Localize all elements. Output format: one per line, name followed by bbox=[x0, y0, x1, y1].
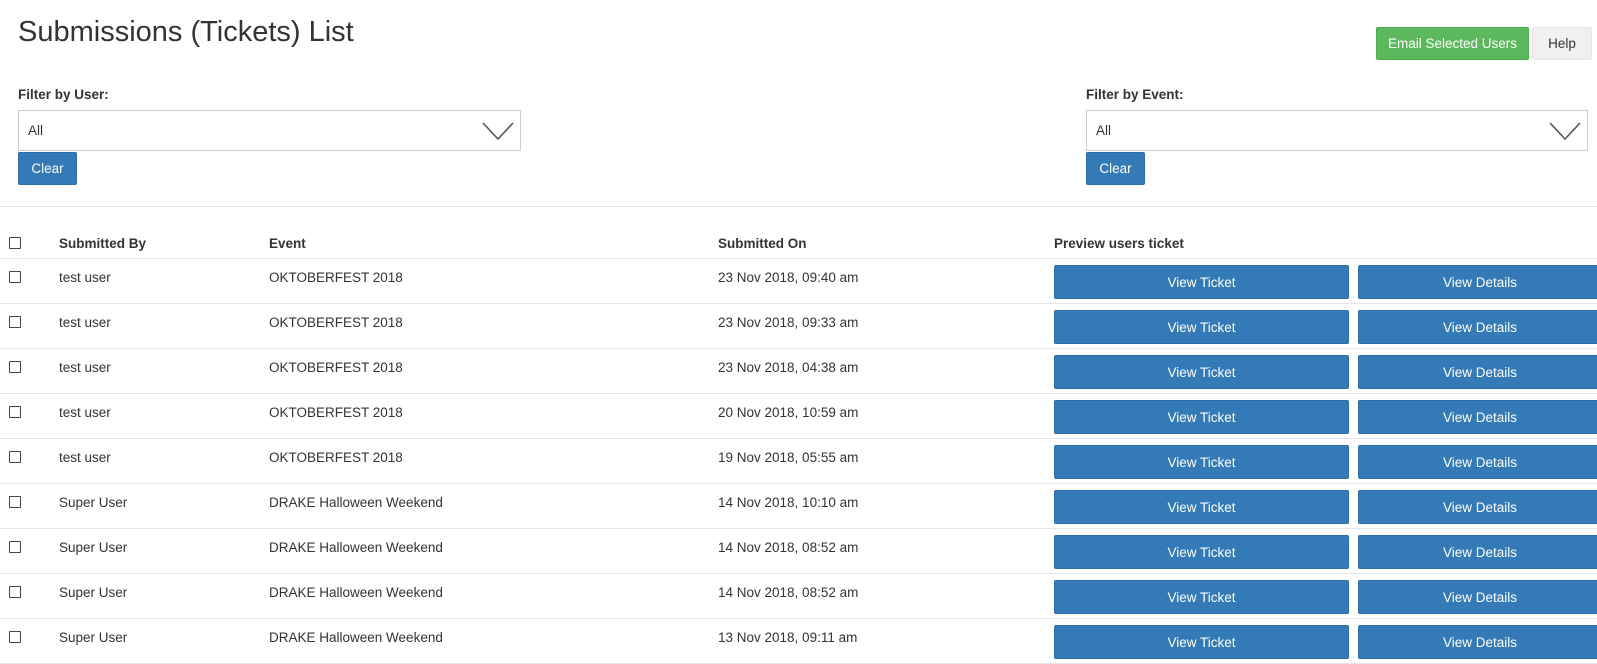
clear-event-filter-button[interactable]: Clear bbox=[1086, 152, 1145, 185]
clear-user-filter-button[interactable]: Clear bbox=[18, 152, 77, 185]
select-all-checkbox[interactable] bbox=[9, 237, 21, 249]
help-button[interactable]: Help bbox=[1532, 27, 1592, 60]
view-ticket-button[interactable]: View Ticket bbox=[1054, 265, 1349, 299]
view-ticket-button[interactable]: View Ticket bbox=[1054, 310, 1349, 344]
view-ticket-button[interactable]: View Ticket bbox=[1054, 355, 1349, 389]
row-checkbox[interactable] bbox=[9, 406, 21, 418]
submitted-on-cell: 14 Nov 2018, 10:10 am bbox=[718, 495, 859, 510]
submitted-on-cell: 19 Nov 2018, 05:55 am bbox=[718, 450, 859, 465]
view-details-button[interactable]: View Details bbox=[1358, 265, 1597, 299]
view-details-button[interactable]: View Details bbox=[1358, 490, 1597, 524]
chevron-down-icon bbox=[1549, 122, 1581, 141]
section-divider bbox=[0, 206, 1597, 207]
filter-by-event-value: All bbox=[1096, 123, 1112, 138]
filter-by-event-select[interactable]: All bbox=[1086, 110, 1588, 151]
submitted-on-cell: 20 Nov 2018, 10:59 am bbox=[718, 405, 859, 420]
column-header-event: Event bbox=[269, 236, 306, 251]
page-title: Submissions (Tickets) List bbox=[18, 16, 354, 48]
view-details-button[interactable]: View Details bbox=[1358, 445, 1597, 479]
row-checkbox[interactable] bbox=[9, 496, 21, 508]
row-checkbox[interactable] bbox=[9, 361, 21, 373]
event-cell: OKTOBERFEST 2018 bbox=[269, 360, 403, 375]
chevron-down-icon bbox=[482, 122, 514, 141]
filter-by-event-label: Filter by Event: bbox=[1086, 87, 1184, 102]
submitted-by-cell: Super User bbox=[59, 495, 128, 510]
view-details-button[interactable]: View Details bbox=[1358, 310, 1597, 344]
table-row: Super User DRAKE Halloween Weekend 14 No… bbox=[0, 484, 1597, 529]
table-row: test user OKTOBERFEST 2018 23 Nov 2018, … bbox=[0, 259, 1597, 304]
event-cell: OKTOBERFEST 2018 bbox=[269, 315, 403, 330]
submitted-on-cell: 14 Nov 2018, 08:52 am bbox=[718, 540, 859, 555]
submitted-by-cell: test user bbox=[59, 405, 111, 420]
event-cell: DRAKE Halloween Weekend bbox=[269, 495, 443, 510]
table-header: Submitted By Event Submitted On Preview … bbox=[0, 228, 1597, 259]
row-checkbox[interactable] bbox=[9, 316, 21, 328]
submitted-on-cell: 23 Nov 2018, 09:33 am bbox=[718, 315, 859, 330]
event-cell: OKTOBERFEST 2018 bbox=[269, 450, 403, 465]
filter-by-user-select[interactable]: All bbox=[18, 110, 521, 151]
event-cell: DRAKE Halloween Weekend bbox=[269, 585, 443, 600]
view-details-button[interactable]: View Details bbox=[1358, 355, 1597, 389]
event-cell: OKTOBERFEST 2018 bbox=[269, 405, 403, 420]
submitted-on-cell: 23 Nov 2018, 04:38 am bbox=[718, 360, 859, 375]
row-checkbox[interactable] bbox=[9, 451, 21, 463]
email-selected-users-button[interactable]: Email Selected Users bbox=[1376, 27, 1529, 60]
submitted-by-cell: Super User bbox=[59, 585, 128, 600]
view-details-button[interactable]: View Details bbox=[1358, 400, 1597, 434]
event-cell: DRAKE Halloween Weekend bbox=[269, 630, 443, 645]
event-cell: OKTOBERFEST 2018 bbox=[269, 270, 403, 285]
view-details-button[interactable]: View Details bbox=[1358, 535, 1597, 569]
table-row: Super User DRAKE Halloween Weekend 14 No… bbox=[0, 574, 1597, 619]
view-ticket-button[interactable]: View Ticket bbox=[1054, 400, 1349, 434]
table-row: test user OKTOBERFEST 2018 20 Nov 2018, … bbox=[0, 394, 1597, 439]
row-checkbox[interactable] bbox=[9, 631, 21, 643]
view-ticket-button[interactable]: View Ticket bbox=[1054, 625, 1349, 659]
submitted-by-cell: test user bbox=[59, 450, 111, 465]
submitted-on-cell: 13 Nov 2018, 09:11 am bbox=[718, 630, 858, 645]
submitted-by-cell: test user bbox=[59, 360, 111, 375]
view-ticket-button[interactable]: View Ticket bbox=[1054, 535, 1349, 569]
column-header-submitted-by: Submitted By bbox=[59, 236, 147, 251]
filter-by-user-label: Filter by User: bbox=[18, 87, 109, 102]
table-row: test user OKTOBERFEST 2018 23 Nov 2018, … bbox=[0, 304, 1597, 349]
column-header-submitted-on: Submitted On bbox=[718, 236, 807, 251]
view-details-button[interactable]: View Details bbox=[1358, 580, 1597, 614]
table-row: test user OKTOBERFEST 2018 19 Nov 2018, … bbox=[0, 439, 1597, 484]
row-checkbox[interactable] bbox=[9, 541, 21, 553]
view-details-button[interactable]: View Details bbox=[1358, 625, 1597, 659]
view-ticket-button[interactable]: View Ticket bbox=[1054, 445, 1349, 479]
submitted-by-cell: test user bbox=[59, 270, 111, 285]
submitted-by-cell: Super User bbox=[59, 630, 128, 645]
view-ticket-button[interactable]: View Ticket bbox=[1054, 580, 1349, 614]
view-ticket-button[interactable]: View Ticket bbox=[1054, 490, 1349, 524]
submitted-by-cell: Super User bbox=[59, 540, 128, 555]
submitted-on-cell: 14 Nov 2018, 08:52 am bbox=[718, 585, 859, 600]
table-row: Super User DRAKE Halloween Weekend 14 No… bbox=[0, 529, 1597, 574]
event-cell: DRAKE Halloween Weekend bbox=[269, 540, 443, 555]
submitted-on-cell: 23 Nov 2018, 09:40 am bbox=[718, 270, 859, 285]
table-row: test user OKTOBERFEST 2018 23 Nov 2018, … bbox=[0, 349, 1597, 394]
row-checkbox[interactable] bbox=[9, 271, 21, 283]
row-checkbox[interactable] bbox=[9, 586, 21, 598]
column-header-preview: Preview users ticket bbox=[1054, 236, 1184, 251]
table-row: Super User DRAKE Halloween Weekend 13 No… bbox=[0, 619, 1597, 664]
submitted-by-cell: test user bbox=[59, 315, 111, 330]
submissions-table: Submitted By Event Submitted On Preview … bbox=[0, 228, 1597, 664]
filter-by-user-value: All bbox=[28, 123, 44, 138]
